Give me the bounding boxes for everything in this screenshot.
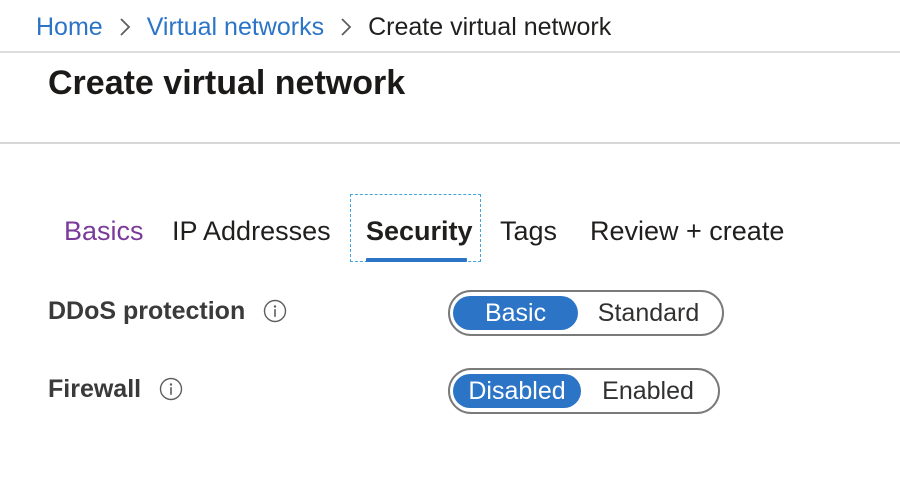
tab-review-create[interactable]: Review + create	[590, 196, 784, 264]
ddos-protection-label: DDoS protection	[48, 296, 246, 325]
ddos-option-basic[interactable]: Basic	[453, 296, 579, 330]
info-icon[interactable]	[263, 299, 287, 323]
create-virtual-network-page: Home Virtual networks Create virtual net…	[0, 0, 900, 488]
firewall-option-enabled[interactable]: Enabled	[581, 374, 715, 408]
breadcrumb-home-link[interactable]: Home	[36, 13, 103, 42]
breadcrumb-virtual-networks-link[interactable]: Virtual networks	[147, 13, 324, 42]
ddos-protection-toggle[interactable]: Basic Standard	[448, 290, 724, 336]
title-divider	[0, 142, 900, 144]
tab-bar: Basics IP Addresses Security Tags Review…	[0, 196, 900, 266]
firewall-label-row: Firewall	[48, 372, 183, 406]
chevron-right-icon	[324, 10, 368, 44]
ddos-option-standard[interactable]: Standard	[578, 296, 719, 330]
chevron-right-icon	[103, 10, 147, 44]
firewall-option-disabled[interactable]: Disabled	[453, 374, 582, 408]
tab-tags[interactable]: Tags	[500, 196, 557, 264]
active-tab-indicator	[366, 258, 467, 262]
firewall-label: Firewall	[48, 374, 142, 403]
breadcrumb-current: Create virtual network	[368, 12, 612, 41]
header-divider	[0, 51, 900, 53]
page-title: Create virtual network	[48, 64, 406, 102]
tab-basics[interactable]: Basics	[64, 196, 144, 264]
info-icon[interactable]	[159, 377, 183, 401]
firewall-toggle[interactable]: Disabled Enabled	[448, 368, 720, 414]
breadcrumb: Home Virtual networks Create virtual net…	[36, 10, 611, 44]
tab-security[interactable]: Security	[366, 196, 473, 264]
ddos-protection-label-row: DDoS protection	[48, 294, 287, 328]
tab-ip-addresses[interactable]: IP Addresses	[172, 196, 331, 264]
